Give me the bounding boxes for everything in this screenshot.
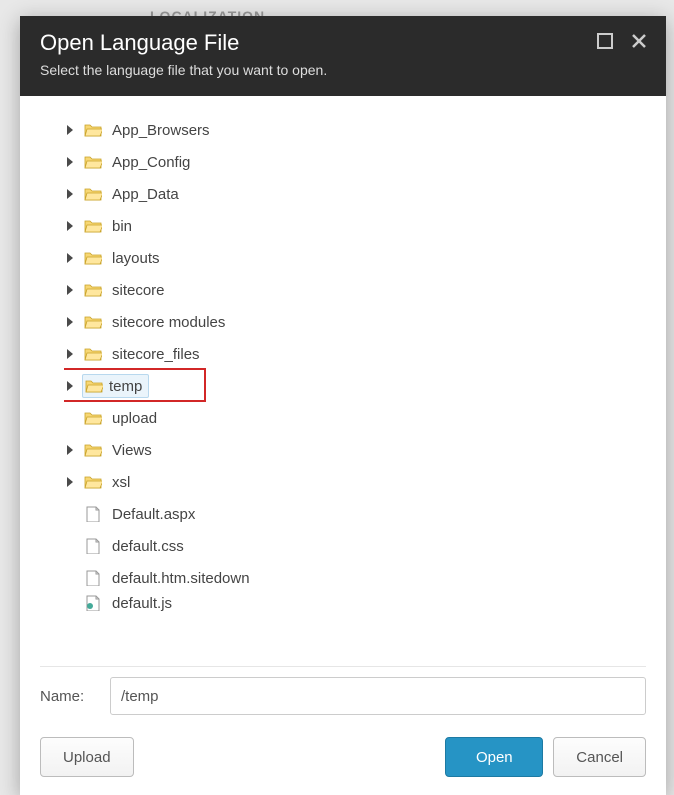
folder-icon xyxy=(84,154,102,170)
expand-arrow-icon[interactable] xyxy=(64,444,76,456)
tree-item-xsl[interactable]: xsl xyxy=(64,466,638,498)
tree-item-sitecore-files[interactable]: sitecore_files xyxy=(64,338,638,370)
folder-icon xyxy=(84,186,102,202)
tree-item-label: sitecore modules xyxy=(112,314,225,331)
tree-item-label: layouts xyxy=(112,250,160,267)
tree-item-label: temp xyxy=(109,378,142,395)
tree-item-temp[interactable]: temp xyxy=(64,370,638,402)
file-tree[interactable]: App_Browsers App_Config App_Databin layouts… xyxy=(64,114,646,646)
dialog-titlebar: Open Language File Select the language f… xyxy=(20,16,666,96)
expand-arrow-icon[interactable] xyxy=(64,284,76,296)
tree-item-label: default.js xyxy=(112,595,172,612)
expand-arrow-icon[interactable] xyxy=(64,188,76,200)
folder-icon xyxy=(84,346,102,362)
folder-icon xyxy=(84,218,102,234)
tree-item-label: App_Data xyxy=(112,186,179,203)
name-label: Name: xyxy=(40,688,100,705)
folder-icon xyxy=(85,378,103,394)
close-icon xyxy=(630,32,648,50)
tree-item-app-config[interactable]: App_Config xyxy=(64,146,638,178)
maximize-icon xyxy=(596,32,614,50)
folder-icon xyxy=(84,314,102,330)
folder-icon xyxy=(84,250,102,266)
folder-icon xyxy=(84,282,102,298)
tree-item-label: default.css xyxy=(112,538,184,555)
tree-item-default-css[interactable]: default.css xyxy=(64,530,638,562)
close-button[interactable] xyxy=(628,30,650,52)
tree-item-views[interactable]: Views xyxy=(64,434,638,466)
dialog-title: Open Language File xyxy=(40,30,646,56)
tree-item-default-js[interactable]: default.js xyxy=(64,594,638,612)
dialog-subtitle: Select the language file that you want t… xyxy=(40,62,646,78)
tree-item-bin[interactable]: bin xyxy=(64,210,638,242)
name-input[interactable] xyxy=(110,677,646,715)
expand-arrow-icon[interactable] xyxy=(64,476,76,488)
expand-arrow-icon[interactable] xyxy=(64,156,76,168)
tree-item-sitecore[interactable]: sitecore xyxy=(64,274,638,306)
expand-arrow-icon[interactable] xyxy=(64,252,76,264)
tree-item-label: default.htm.sitedown xyxy=(112,570,250,587)
maximize-button[interactable] xyxy=(594,30,616,52)
tree-item-label: sitecore xyxy=(112,282,165,299)
tree-item-app-browsers[interactable]: App_Browsers xyxy=(64,114,638,146)
folder-icon xyxy=(84,442,102,458)
expand-arrow-icon[interactable] xyxy=(64,316,76,328)
folder-icon xyxy=(84,474,102,490)
file-icon xyxy=(84,570,102,586)
upload-button[interactable]: Upload xyxy=(40,737,134,777)
expand-arrow-icon[interactable] xyxy=(64,380,76,392)
tree-item-sitecore-modules[interactable]: sitecore modules xyxy=(64,306,638,338)
file-icon xyxy=(84,538,102,554)
open-language-file-dialog: Open Language File Select the language f… xyxy=(20,16,666,795)
tree-item-label: xsl xyxy=(112,474,130,491)
tree-item-app-data[interactable]: App_Data xyxy=(64,178,638,210)
tree-item-label: Default.aspx xyxy=(112,506,195,523)
expand-arrow-icon[interactable] xyxy=(64,348,76,360)
tree-item-label: App_Config xyxy=(112,154,190,171)
tree-item-upload[interactable]: upload xyxy=(64,402,638,434)
folder-icon xyxy=(84,122,102,138)
file-js-icon xyxy=(84,595,102,611)
expand-arrow-icon[interactable] xyxy=(64,220,76,232)
tree-item-label: bin xyxy=(112,218,132,235)
tree-item-label: App_Browsers xyxy=(112,122,210,139)
tree-item-layouts[interactable]: layouts xyxy=(64,242,638,274)
folder-icon xyxy=(84,410,102,426)
tree-item-label: sitecore_files xyxy=(112,346,200,363)
tree-item-default-aspx[interactable]: Default.aspx xyxy=(64,498,638,530)
open-button[interactable]: Open xyxy=(445,737,543,777)
expand-arrow-icon[interactable] xyxy=(64,124,76,136)
cancel-button[interactable]: Cancel xyxy=(553,737,646,777)
file-icon xyxy=(84,506,102,522)
tree-item-label: Views xyxy=(112,442,152,459)
tree-item-default-htm-sitedown[interactable]: default.htm.sitedown xyxy=(64,562,638,594)
tree-item-label: upload xyxy=(112,410,157,427)
